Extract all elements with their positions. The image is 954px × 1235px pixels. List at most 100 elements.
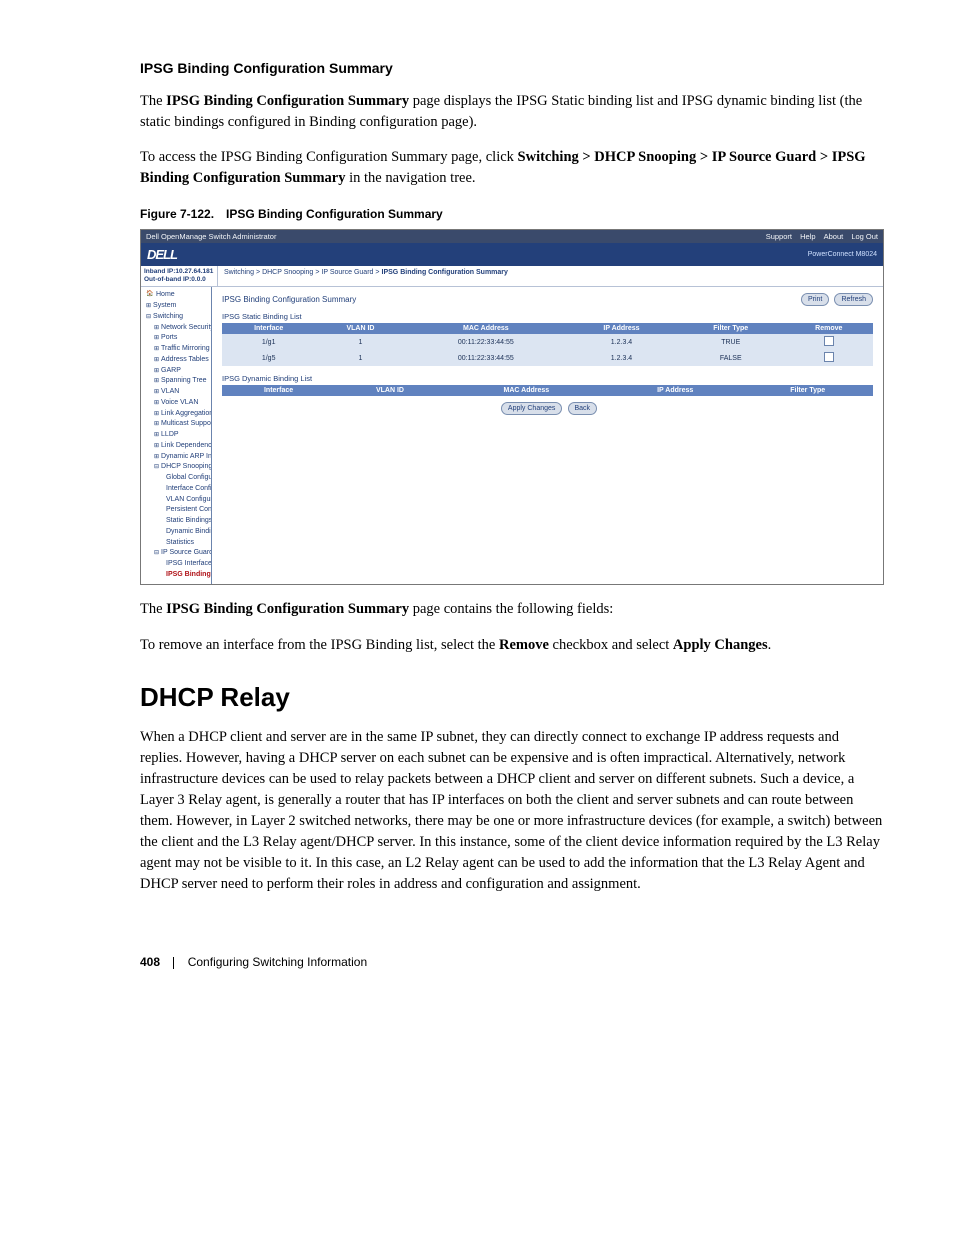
cell: 1/g1 [222,334,315,350]
nav-item[interactable]: Dynamic ARP Inspection [146,452,211,463]
column-header: MAC Address [445,385,608,396]
paragraph-3: The IPSG Binding Configuration Summary p… [140,599,884,620]
crumb[interactable]: IP Source Guard [321,269,373,276]
nav-item[interactable]: Dynamic Bindings Summary [146,527,211,538]
column-header: Interface [222,323,315,334]
device-info: Inband IP:10.27.64.181 Out-of-band IP:0.… [141,266,218,287]
nav-item[interactable]: Network Security [146,323,211,334]
table-row: 1/g5100:11:22:33:44:551.2.3.4FALSE [222,350,873,366]
inband-ip: Inband IP:10.27.64.181 [144,268,214,276]
crumb[interactable]: Switching [224,269,254,276]
nav-item[interactable]: Address Tables [146,355,211,366]
logout-link[interactable]: Log Out [851,232,878,241]
column-header: IP Address [566,323,677,334]
nav-item[interactable]: Spanning Tree [146,376,211,387]
cell: FALSE [677,350,785,366]
nav-item[interactable]: VLAN [146,387,211,398]
column-header: Remove [785,323,873,334]
nav-item[interactable]: Switching [146,312,211,323]
figure-caption: Figure 7-122.IPSG Binding Configuration … [140,207,884,221]
dhcp-relay-paragraph: When a DHCP client and server are in the… [140,727,884,895]
section-subtitle: IPSG Binding Configuration Summary [140,60,884,76]
nav-item[interactable]: IP Source Guard [146,548,211,559]
product-name: PowerConnect M8024 [808,251,877,258]
paragraph-1: The IPSG Binding Configuration Summary p… [140,91,884,133]
chapter-title: Configuring Switching Information [188,955,367,969]
nav-item[interactable]: IPSG Interface Configuration [146,559,211,570]
cell: 00:11:22:33:44:55 [406,334,566,350]
figure-title: IPSG Binding Configuration Summary [226,207,443,221]
remove-checkbox-cell [785,350,873,366]
cell: 1 [315,334,405,350]
nav-tree[interactable]: HomeSystemSwitchingNetwork SecurityPorts… [141,287,212,583]
column-header: VLAN ID [315,323,405,334]
nav-item[interactable]: Persistent Configuration [146,505,211,516]
oob-ip: Out-of-band IP:0.0.0 [144,276,214,284]
nav-item[interactable]: Multicast Support [146,419,211,430]
text: To remove an interface from the IPSG Bin… [140,637,499,653]
nav-item[interactable]: Ports [146,333,211,344]
table-row: 1/g1100:11:22:33:44:551.2.3.4TRUE [222,334,873,350]
cell: TRUE [677,334,785,350]
remove-checkbox[interactable] [824,352,834,362]
column-header: VLAN ID [335,385,445,396]
page-footer: 408 Configuring Switching Information [140,955,884,969]
nav-item[interactable]: Traffic Mirroring [146,344,211,355]
nav-item[interactable]: Statistics [146,538,211,549]
nav-item[interactable]: Link Dependency [146,441,211,452]
apply-term: Apply Changes [673,637,768,653]
figure-screenshot: Dell OpenManage Switch Administrator Sup… [140,229,884,585]
bold-term: IPSG Binding Configuration Summary [166,601,409,617]
text: checkbox and select [549,637,673,653]
nav-item[interactable]: Global Configuration [146,473,211,484]
nav-item[interactable]: Voice VLAN [146,398,211,409]
nav-item[interactable]: GARP [146,366,211,377]
text: The [140,93,166,109]
dell-logo: DELL [147,247,177,262]
nav-item[interactable]: Interface Configuration [146,484,211,495]
page-number: 408 [140,955,160,969]
apply-changes-button[interactable]: Apply Changes [501,402,562,415]
refresh-button[interactable]: Refresh [834,293,873,306]
crumb-current: IPSG Binding Configuration Summary [382,269,508,276]
column-header: Interface [222,385,335,396]
dynamic-list-title: IPSG Dynamic Binding List [222,374,873,383]
help-link[interactable]: Help [800,232,815,241]
nav-item[interactable]: VLAN Configuration [146,495,211,506]
remove-checkbox[interactable] [824,336,834,346]
back-button[interactable]: Back [568,402,598,415]
nav-item[interactable]: IPSG Binding Configuration [146,570,211,581]
print-button[interactable]: Print [801,293,829,306]
paragraph-4: To remove an interface from the IPSG Bin… [140,635,884,656]
nav-item[interactable]: Link Aggregation [146,409,211,420]
cell: 00:11:22:33:44:55 [406,350,566,366]
column-header: Filter Type [742,385,873,396]
static-list-title: IPSG Static Binding List [222,312,873,321]
app-title: Dell OpenManage Switch Administrator [146,232,276,241]
nav-item[interactable]: Static Bindings Configuration [146,516,211,527]
content-pane: IPSG Binding Configuration Summary Print… [212,287,883,583]
cell: 1.2.3.4 [566,334,677,350]
support-link[interactable]: Support [766,232,792,241]
nav-item[interactable]: Home [146,290,211,301]
cell: 1.2.3.4 [566,350,677,366]
static-binding-table: InterfaceVLAN IDMAC AddressIP AddressFil… [222,323,873,366]
window-titlebar: Dell OpenManage Switch Administrator Sup… [141,230,883,243]
about-link[interactable]: About [824,232,844,241]
cell: 1 [315,350,405,366]
nav-item[interactable]: System [146,301,211,312]
nav-item[interactable]: DHCP Snooping [146,462,211,473]
column-header: IP Address [608,385,742,396]
titlebar-links: Support Help About Log Out [760,232,878,241]
footer-separator [173,957,174,969]
cell: 1/g5 [222,350,315,366]
remove-term: Remove [499,637,549,653]
dynamic-binding-table: InterfaceVLAN IDMAC AddressIP AddressFil… [222,385,873,396]
nav-item[interactable]: LLDP [146,430,211,441]
bold-term: IPSG Binding Configuration Summary [166,93,409,109]
paragraph-2: To access the IPSG Binding Configuration… [140,147,884,189]
text: in the navigation tree. [345,170,475,186]
crumb[interactable]: DHCP Snooping [262,269,313,276]
text: To access the IPSG Binding Configuration… [140,149,518,165]
dhcp-relay-title: DHCP Relay [140,682,884,713]
